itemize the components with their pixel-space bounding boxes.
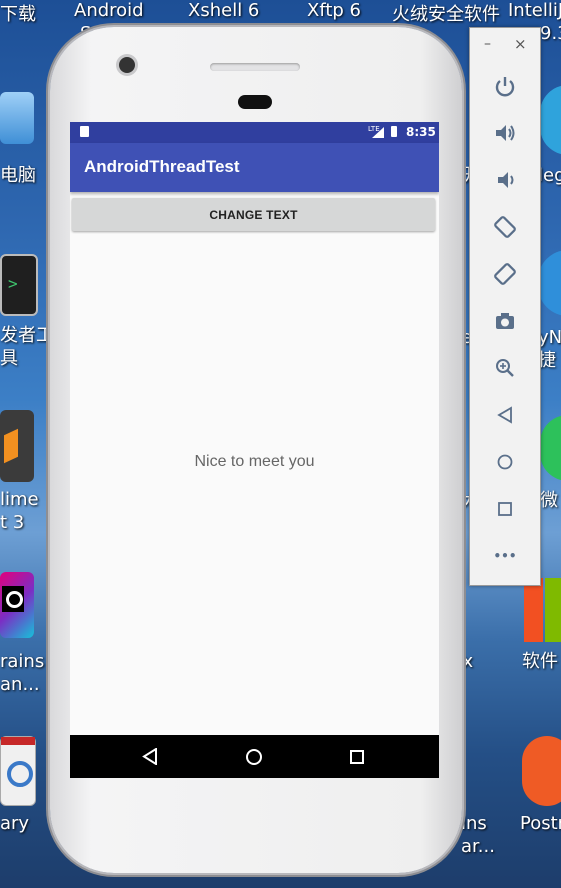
minimize-button[interactable]: – (484, 36, 491, 52)
sd-card-icon (80, 126, 89, 137)
postman-icon[interactable] (522, 736, 561, 806)
desktop-label-shortcut: yN (538, 327, 561, 348)
desktop-label-wechat: 微 (540, 490, 558, 511)
back-toolbar-button[interactable] (485, 397, 525, 433)
desktop-label-devtools-2: 具 (0, 348, 18, 369)
desktop-label-xftp[interactable]: Xftp 6 (307, 0, 361, 21)
status-time: 8:35 (406, 125, 436, 139)
screenshot-button[interactable] (485, 303, 525, 339)
desktop-label-intellij[interactable]: IntelliJ (508, 0, 561, 21)
desktop-label-telegram: leg (538, 165, 561, 186)
desktop-label-huorong[interactable]: 火绒安全软件 (392, 0, 500, 26)
phone-screen[interactable]: LTE 8:35 AndroidThreadTest CHANGE TEXT N… (70, 122, 439, 778)
desktop-label-devtools: 发者工 (0, 325, 54, 346)
library-icon[interactable] (0, 736, 36, 806)
telegram-icon[interactable] (540, 85, 561, 155)
windows-software-icon[interactable] (524, 578, 561, 642)
terminal-icon[interactable]: > (0, 254, 38, 316)
overview-toolbar-button[interactable] (485, 491, 525, 527)
desktop-label-library: ary (0, 813, 30, 834)
zoom-button[interactable] (485, 350, 525, 386)
back-icon[interactable] (142, 748, 158, 765)
rotate-left-icon (494, 216, 516, 238)
volume-down-icon (498, 172, 514, 188)
desktop-label-postman: Postm (520, 813, 561, 834)
home-icon (497, 454, 513, 470)
desktop-label-computer: 电脑 (0, 165, 36, 186)
message-text: Nice to meet you (194, 453, 315, 470)
rotate-right-icon (494, 263, 516, 285)
desktop-label-xshell[interactable]: Xshell 6 (188, 0, 259, 21)
camera-icon (496, 313, 514, 329)
desktop-label-download[interactable]: 下载 (0, 0, 36, 26)
jetbrains-icon[interactable] (0, 572, 34, 638)
emulator-toolbar: – × ••• (469, 27, 541, 586)
earpiece-speaker (210, 63, 300, 71)
status-bar: LTE 8:35 (70, 122, 439, 143)
power-button[interactable] (485, 68, 525, 104)
more-button[interactable]: ••• (485, 538, 525, 574)
shortcut-app-icon[interactable] (538, 250, 561, 316)
app-bar: AndroidThreadTest (70, 143, 439, 192)
signal-icon (372, 127, 384, 138)
desktop-label-middle-6: ar... (461, 836, 495, 857)
app-title: AndroidThreadTest (84, 157, 240, 176)
proximity-sensor (238, 95, 272, 109)
overview-icon (498, 502, 512, 516)
sublime-icon[interactable] (0, 410, 34, 482)
desktop-label-software: 软件 (522, 651, 558, 672)
change-text-button[interactable]: CHANGE TEXT (72, 198, 435, 231)
desktop-label-android[interactable]: Android (74, 0, 144, 21)
rotate-right-button[interactable] (485, 256, 525, 292)
desktop-label-intellij-version: 9.3 (540, 23, 561, 44)
desktop-label-jetbrains: rains (0, 651, 45, 672)
rotate-left-button[interactable] (485, 209, 525, 245)
close-button[interactable]: × (514, 35, 527, 53)
battery-icon (391, 126, 397, 137)
desktop-label-sublime: lime (0, 489, 39, 510)
desktop-label-middle-5: ins (461, 813, 487, 834)
home-icon[interactable] (245, 748, 263, 766)
volume-up-icon (496, 125, 515, 141)
back-icon (497, 406, 512, 424)
desktop-label-sublime-2: t 3 (0, 512, 25, 533)
computer-icon[interactable] (0, 92, 34, 144)
wechat-icon[interactable] (540, 415, 561, 481)
desktop-label-jetbrains-2: an... (0, 674, 40, 695)
navigation-bar (70, 735, 439, 778)
home-toolbar-button[interactable] (485, 444, 525, 480)
recents-icon[interactable] (349, 749, 365, 765)
volume-down-button[interactable] (485, 162, 525, 198)
power-icon (495, 77, 515, 97)
zoom-icon (496, 359, 514, 377)
front-camera (119, 57, 135, 73)
volume-up-button[interactable] (485, 115, 525, 151)
